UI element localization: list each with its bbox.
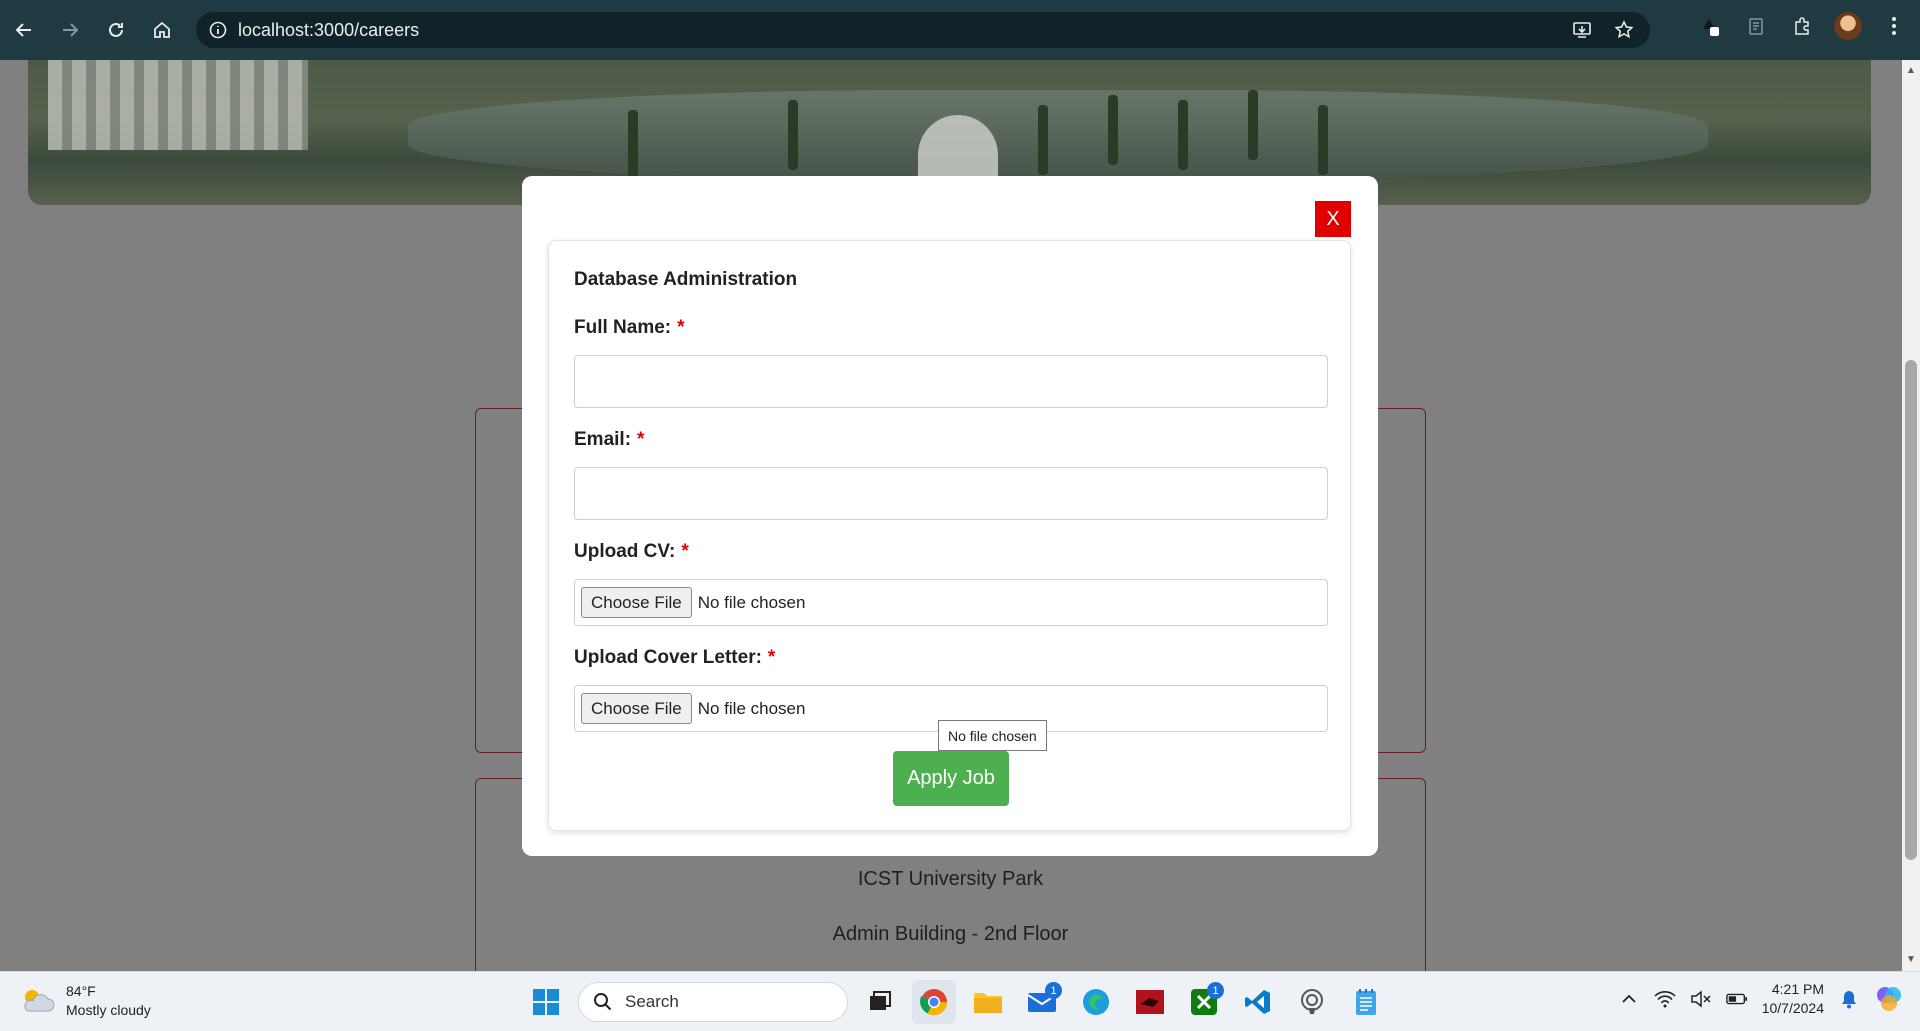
apply-modal: X Database Administration Full Name: * Em… (522, 176, 1378, 856)
scroll-thumb[interactable] (1905, 360, 1917, 860)
home-icon[interactable] (140, 8, 184, 52)
cover-letter-label-text: Upload Cover Letter: (574, 647, 762, 668)
chrome-app-icon[interactable] (912, 980, 956, 1024)
required-marker: * (677, 317, 685, 338)
start-windows-icon[interactable] (524, 980, 568, 1024)
mail-badge: 1 (1045, 982, 1062, 999)
close-button[interactable]: X (1315, 201, 1351, 237)
apply-job-button[interactable]: Apply Job (893, 751, 1009, 806)
job-title: Database Administration (574, 269, 798, 290)
taskbar-search[interactable]: Search (578, 982, 848, 1022)
contact-line: ICST University Park (857, 868, 1044, 890)
cover-letter-choose-file-button[interactable]: Choose File (581, 693, 692, 724)
copilot-icon[interactable] (1874, 984, 1904, 1014)
mail-app-icon[interactable]: 1 (1020, 980, 1064, 1024)
forward-icon[interactable] (48, 8, 92, 52)
search-icon (594, 993, 612, 1011)
required-marker: * (767, 647, 776, 668)
cv-choose-file-button[interactable]: Choose File (581, 587, 692, 618)
database-app-icon[interactable] (1128, 980, 1172, 1024)
required-marker: * (681, 541, 689, 562)
wifi-icon[interactable] (1654, 988, 1676, 1010)
volume-muted-icon[interactable] (1690, 988, 1712, 1010)
browser-toolbar: localhost:3000/careers (0, 0, 1920, 60)
full-name-label: Full Name: * (574, 317, 685, 339)
search-placeholder: Search (625, 992, 679, 1011)
url-text[interactable]: localhost:3000/careers (238, 20, 419, 41)
full-name-input[interactable] (574, 355, 1328, 408)
contact-line: Admin Building - 2nd Floor (832, 923, 1069, 945)
windows-taskbar: 84°F Mostly cloudy Search 1 1 4:21 PM 10… (0, 971, 1920, 1031)
email-label: Email: * (574, 429, 644, 451)
menu-kebab-icon[interactable] (1876, 8, 1912, 44)
clock-date: 10/7/2024 (1761, 1000, 1824, 1016)
extensions-icon[interactable] (1784, 8, 1820, 44)
site-info-icon[interactable] (204, 16, 232, 44)
cv-label-text: Upload CV: (574, 541, 676, 562)
bookmark-star-icon[interactable] (1610, 16, 1638, 44)
install-app-icon[interactable] (1568, 16, 1596, 44)
extension-puzzle-dark-icon[interactable] (1692, 8, 1728, 44)
email-label-text: Email: (574, 429, 632, 450)
weather-temp: 84°F (66, 983, 96, 999)
reload-icon[interactable] (94, 8, 138, 52)
application-form: Database Administration Full Name: * Emai… (548, 240, 1351, 831)
notification-bell-icon[interactable] (1838, 988, 1860, 1010)
edge-browser-icon[interactable] (1074, 980, 1118, 1024)
page-scrollbar[interactable]: ▲ ▼ (1902, 60, 1920, 971)
cloudy-weather-icon (20, 987, 56, 1015)
system-tray: 4:21 PM 10/7/2024 (1618, 980, 1904, 1018)
cover-letter-file-status: No file chosen (697, 698, 806, 718)
cv-file-status: No file chosen (697, 592, 806, 612)
email-input[interactable] (574, 467, 1328, 520)
reading-list-icon[interactable] (1738, 8, 1774, 44)
taskbar-clock[interactable]: 4:21 PM 10/7/2024 (1762, 980, 1824, 1018)
cv-file-input[interactable]: Choose File No file chosen (574, 579, 1328, 626)
full-name-label-text: Full Name: (574, 317, 672, 338)
task-view-icon[interactable] (858, 980, 902, 1024)
address-bar[interactable]: localhost:3000/careers (196, 12, 1650, 48)
chevron-up-icon[interactable] (1618, 988, 1640, 1010)
clock-time: 4:21 PM (1771, 981, 1824, 997)
weather-desc: Mostly cloudy (66, 1002, 151, 1018)
profile-avatar[interactable] (1830, 8, 1866, 44)
xbox-badge: 1 (1207, 982, 1224, 999)
required-marker: * (637, 429, 645, 450)
vscode-icon[interactable] (1236, 980, 1280, 1024)
battery-icon[interactable] (1725, 988, 1748, 1010)
scroll-down-icon[interactable]: ▼ (1906, 955, 1916, 965)
file-tooltip: No file chosen (938, 720, 1047, 751)
cv-label: Upload CV: * (574, 541, 689, 563)
file-explorer-icon[interactable] (966, 980, 1010, 1024)
weather-widget[interactable]: 84°F Mostly cloudy (20, 982, 151, 1020)
podcast-app-icon[interactable] (1290, 980, 1334, 1024)
notepad-icon[interactable] (1344, 980, 1388, 1024)
back-icon[interactable] (2, 8, 46, 52)
xbox-app-icon[interactable]: 1 (1182, 980, 1226, 1024)
scroll-up-icon[interactable]: ▲ (1906, 66, 1916, 76)
cover-letter-label: Upload Cover Letter: * (574, 647, 775, 669)
